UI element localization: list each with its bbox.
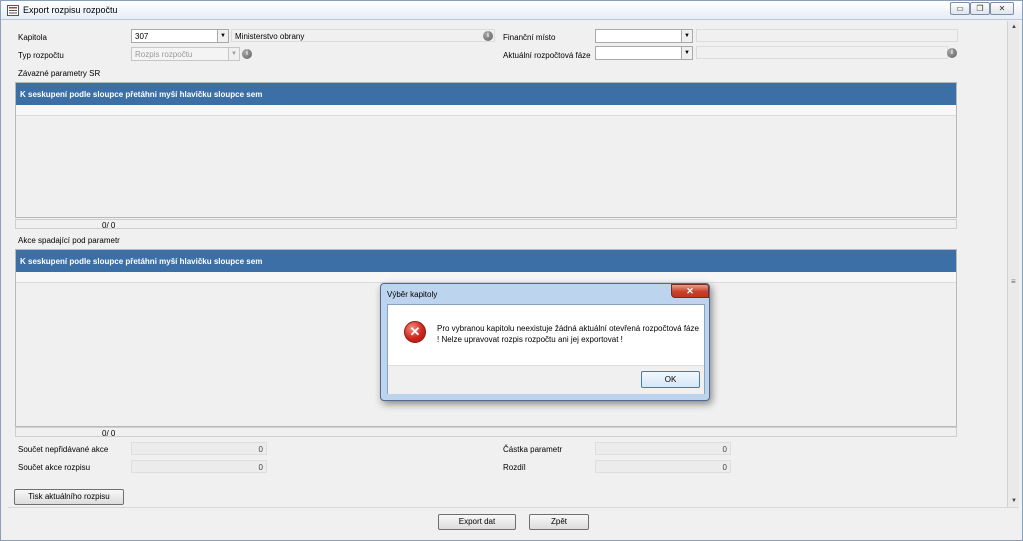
info-icon[interactable]: i: [947, 48, 957, 58]
parametry-grid[interactable]: K seskupení podle sloupce přetáhni myší …: [15, 82, 957, 218]
akce-label: Akce spadající pod parametr: [18, 236, 120, 245]
kapitola-value: 307: [135, 32, 149, 41]
typ-rozpoctu-label: Typ rozpočtu: [18, 51, 64, 60]
app-icon: [7, 5, 19, 16]
tisk-rozpisu-button[interactable]: Tisk aktuálního rozpisu: [14, 489, 124, 505]
scroll-grip[interactable]: ≡: [1011, 278, 1017, 286]
dropdown-arrow-icon[interactable]: ▼: [681, 47, 692, 59]
group-by-panel[interactable]: K seskupení podle sloupce přetáhni myší …: [16, 83, 956, 105]
window-title: Export rozpisu rozpočtu: [23, 5, 118, 15]
form-content: Kapitola 307 ▼ Ministerstvo obrany i Fin…: [8, 24, 1007, 507]
scroll-down-icon[interactable]: ▼: [1010, 497, 1018, 505]
window-close-button[interactable]: ✕: [990, 2, 1014, 15]
akce-grid-footer: 0/ 0: [15, 427, 957, 438]
dropdown-arrow-icon[interactable]: ▼: [681, 30, 692, 42]
zavazne-parametry-label: Závazné parametry SR: [18, 69, 101, 78]
rozdil-label: Rozdíl: [503, 463, 526, 472]
error-icon: ✕: [404, 321, 426, 343]
parametry-grid-footer: 0/ 0: [15, 219, 957, 230]
scroll-up-icon[interactable]: ▲: [1010, 23, 1018, 31]
typ-rozpoctu-value: Rozpis rozpočtu: [135, 50, 193, 59]
rozdil-field: 0: [595, 460, 731, 473]
dialog-body: ✕ Pro vybranou kapitolu neexistuje žádná…: [387, 304, 705, 394]
soucet-nepridavane-label: Součet nepřidávané akce: [18, 445, 109, 454]
castka-parametr-field: 0: [595, 442, 731, 455]
soucet-nepridavane-field: 0: [131, 442, 267, 455]
rozpoctova-faze-name-field: [696, 46, 948, 59]
kapitola-name-field: Ministerstvo obrany: [231, 29, 495, 42]
soucet-akce-label: Součet akce rozpisu: [18, 463, 91, 472]
dropdown-arrow-icon[interactable]: ▼: [217, 30, 228, 42]
column-header-row[interactable]: [16, 105, 956, 116]
castka-parametr-value: 0: [722, 445, 727, 454]
zpet-button[interactable]: Zpět: [529, 514, 589, 530]
kapitola-name: Ministerstvo obrany: [235, 32, 305, 41]
dropdown-arrow-icon[interactable]: ▼: [228, 48, 239, 60]
soucet-nepridavane-value: 0: [258, 445, 263, 454]
ok-button[interactable]: OK: [641, 371, 700, 388]
kapitola-combo[interactable]: 307 ▼: [131, 29, 229, 43]
soucet-akce-field: 0: [131, 460, 267, 473]
financni-misto-combo[interactable]: ▼: [595, 29, 693, 43]
title-bar: Export rozpisu rozpočtu ▭ ❐ ✕: [1, 1, 1022, 20]
row-count: 0/ 0: [102, 221, 116, 230]
castka-parametr-label: Částka parametr: [503, 445, 563, 454]
minimize-button[interactable]: ▭: [950, 2, 970, 15]
column-header-row[interactable]: [16, 272, 956, 283]
vertical-scrollbar[interactable]: ▲ ≡ ▼: [1007, 21, 1019, 507]
rozpoctova-faze-label: Aktuální rozpočtová fáze: [503, 51, 591, 60]
info-icon[interactable]: i: [242, 49, 252, 59]
soucet-akce-value: 0: [258, 463, 263, 472]
dialog-message: Pro vybranou kapitolu neexistuje žádná a…: [437, 324, 699, 344]
export-window: Export rozpisu rozpočtu ▭ ❐ ✕ Kapitola 3…: [0, 0, 1023, 541]
typ-rozpoctu-combo[interactable]: Rozpis rozpočtu ▼: [131, 47, 240, 61]
row-count: 0/ 0: [102, 429, 116, 438]
group-by-panel[interactable]: K seskupení podle sloupce přetáhni myší …: [16, 250, 956, 272]
financni-misto-name-field: [696, 29, 958, 42]
kapitola-label: Kapitola: [18, 33, 47, 42]
bottom-button-bar: Export dat Zpět: [8, 507, 1019, 536]
restore-button[interactable]: ❐: [970, 2, 990, 15]
info-icon[interactable]: i: [483, 31, 493, 41]
dialog-title: Výběr kapitoly: [387, 290, 438, 299]
export-dat-button[interactable]: Export dat: [438, 514, 516, 530]
close-icon[interactable]: ✕: [671, 284, 709, 298]
vyber-kapitoly-dialog: Výběr kapitoly ✕ ✕ Pro vybranou kapitolu…: [380, 283, 710, 401]
rozdil-value: 0: [722, 463, 727, 472]
financni-misto-label: Finanční místo: [503, 33, 556, 42]
rozpoctova-faze-combo[interactable]: ▼: [595, 46, 693, 60]
